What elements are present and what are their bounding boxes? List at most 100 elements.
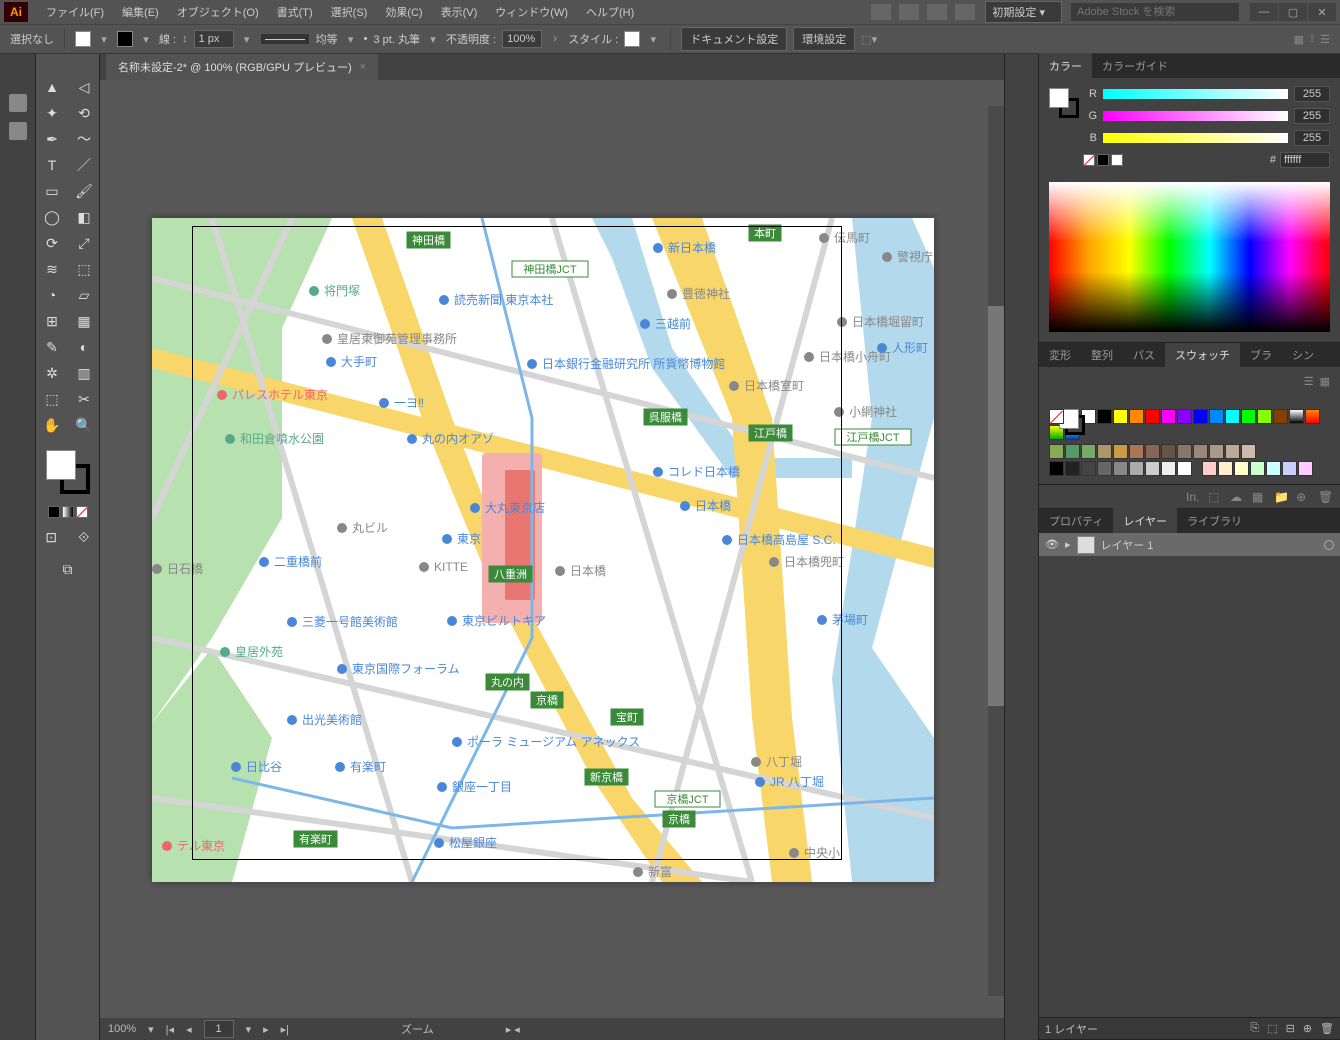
swatch[interactable] — [1161, 444, 1176, 459]
artboard-tool[interactable]: ⬚ — [36, 386, 68, 412]
swatch[interactable] — [1129, 461, 1144, 476]
maximize-button[interactable]: ▢ — [1279, 3, 1307, 21]
swatch-options-icon[interactable]: ☁ — [1230, 490, 1244, 504]
stepper-icon[interactable]: ↕ — [182, 33, 188, 45]
close-button[interactable]: ✕ — [1308, 3, 1336, 21]
swatch[interactable] — [1065, 444, 1080, 459]
tab-libraries[interactable]: ライブラリ — [1177, 508, 1252, 534]
dock-icon-2[interactable] — [9, 122, 27, 140]
swatch[interactable] — [1097, 409, 1112, 424]
shaper-tool[interactable]: ◯ — [36, 204, 68, 230]
symbol-sprayer-tool[interactable]: ✲ — [36, 360, 68, 386]
layer-name[interactable]: レイヤー 1 — [1101, 537, 1154, 553]
tab-color[interactable]: カラー — [1039, 53, 1092, 79]
stroke-preview[interactable] — [260, 33, 310, 45]
stroke-weight-input[interactable] — [194, 30, 234, 48]
mesh-tool[interactable]: ⊞ — [36, 308, 68, 334]
magic-wand-tool[interactable]: ✦ — [36, 100, 68, 126]
swatch[interactable] — [1049, 461, 1064, 476]
brush-dropdown[interactable]: ▾ — [426, 33, 440, 46]
new-sublayer-icon[interactable]: ⊟ — [1286, 1022, 1295, 1035]
vertical-scrollbar[interactable] — [988, 106, 1004, 996]
delete-layer-icon[interactable]: 🗑 — [1320, 1022, 1334, 1035]
swatch[interactable] — [1202, 461, 1217, 476]
tab-close-icon[interactable]: × — [360, 61, 366, 73]
gpu-icon[interactable] — [955, 4, 975, 20]
swatch[interactable] — [1081, 461, 1096, 476]
swatch-kind-icon[interactable]: ⬚ — [1208, 490, 1222, 504]
swatch[interactable] — [1161, 409, 1176, 424]
swatch[interactable] — [1113, 444, 1128, 459]
eyedropper-tool[interactable]: ✎ — [36, 334, 68, 360]
swatch[interactable] — [1145, 444, 1160, 459]
canvas[interactable]: 将門塚読売新聞 東京本社新日本橋皇居東御苑管理事務所三越前大手町日本銀行金融研究… — [100, 80, 1004, 1018]
menu-help[interactable]: ヘルプ(H) — [578, 0, 642, 24]
swatch[interactable] — [1065, 461, 1080, 476]
change-screen-mode[interactable]: ⧉ — [52, 556, 84, 582]
align-icon[interactable]: ⬚▾ — [861, 33, 877, 46]
r-slider[interactable] — [1103, 89, 1288, 99]
swatch[interactable] — [1209, 444, 1224, 459]
color-mode[interactable] — [48, 506, 60, 518]
locate-icon[interactable]: ⎘ — [1250, 1022, 1259, 1035]
perspective-tool[interactable]: ▱ — [68, 282, 100, 308]
tab-symbols[interactable]: シン — [1282, 342, 1324, 368]
bridge-icon[interactable] — [871, 4, 891, 20]
opacity-input[interactable] — [502, 30, 542, 48]
transform-icon[interactable]: ▦ — [1294, 33, 1304, 46]
line-tool[interactable]: ／ — [68, 152, 100, 178]
stroke-swatch[interactable] — [117, 31, 133, 47]
swatch[interactable] — [1081, 444, 1096, 459]
swatch[interactable] — [1193, 444, 1208, 459]
menu-view[interactable]: 表示(V) — [433, 0, 486, 24]
swatch[interactable] — [1257, 409, 1272, 424]
swatch[interactable] — [1177, 444, 1192, 459]
dash-dropdown[interactable]: ▾ — [344, 33, 358, 46]
play-icon[interactable]: ▸ ◂ — [506, 1023, 520, 1036]
gradient-mode[interactable] — [62, 506, 74, 518]
swatch-gradient[interactable] — [1289, 409, 1304, 424]
menu-edit[interactable]: 編集(E) — [114, 0, 167, 24]
nav-next-icon[interactable]: ▸ — [263, 1023, 269, 1036]
tab-layers[interactable]: レイヤー — [1113, 508, 1177, 534]
b-slider[interactable] — [1103, 133, 1288, 143]
slice-tool[interactable]: ✂ — [68, 386, 100, 412]
swatch[interactable] — [1049, 444, 1064, 459]
white-icon[interactable] — [1111, 154, 1123, 166]
swatch[interactable] — [1218, 461, 1233, 476]
stock-icon[interactable] — [899, 4, 919, 20]
width-tool[interactable]: ≋ — [36, 256, 68, 282]
layer-target-icon[interactable] — [1324, 540, 1334, 550]
paintbrush-tool[interactable]: 🖌 — [68, 178, 100, 204]
rectangle-tool[interactable]: ▭ — [36, 178, 68, 204]
swatch[interactable] — [1273, 409, 1288, 424]
none-mode[interactable] — [76, 506, 88, 518]
swatch-none[interactable] — [1049, 409, 1064, 424]
graph-tool[interactable]: ▥ — [68, 360, 100, 386]
lasso-tool[interactable]: ⟲ — [68, 100, 100, 126]
grid-view-icon[interactable]: ▦ — [1320, 375, 1330, 401]
preferences-button[interactable]: 環境設定 — [793, 27, 855, 51]
swatch-group-icon[interactable]: ▦ — [1252, 490, 1266, 504]
swatch-gradient[interactable] — [1305, 409, 1320, 424]
stroke-dropdown[interactable]: ▾ — [139, 33, 153, 46]
tab-brushes[interactable]: ブラ — [1240, 342, 1282, 368]
arrange-icon[interactable] — [927, 4, 947, 20]
swatch-delete-icon[interactable]: 🗑 — [1318, 490, 1332, 504]
swatch[interactable] — [1129, 444, 1144, 459]
options-icon[interactable]: ☰ — [1320, 33, 1330, 46]
menu-effect[interactable]: 効果(C) — [377, 0, 430, 24]
tab-properties[interactable]: プロパティ — [1039, 508, 1113, 534]
nav-dropdown[interactable]: ▾ — [246, 1023, 252, 1036]
menu-window[interactable]: ウィンドウ(W) — [487, 0, 576, 24]
free-transform-tool[interactable]: ⬚ — [68, 256, 100, 282]
fill-swatch[interactable] — [75, 31, 91, 47]
gradient-tool[interactable]: ▦ — [68, 308, 100, 334]
swatch[interactable] — [1241, 444, 1256, 459]
tab-transform[interactable]: 変形 — [1039, 342, 1081, 368]
opacity-flyout[interactable]: › — [548, 33, 562, 45]
tab-path[interactable]: パス — [1123, 342, 1165, 368]
screen-mode[interactable]: ⊡ — [36, 524, 67, 550]
layer-row[interactable]: 👁 ▸ レイヤー 1 — [1039, 533, 1340, 557]
swatch[interactable] — [1209, 409, 1224, 424]
